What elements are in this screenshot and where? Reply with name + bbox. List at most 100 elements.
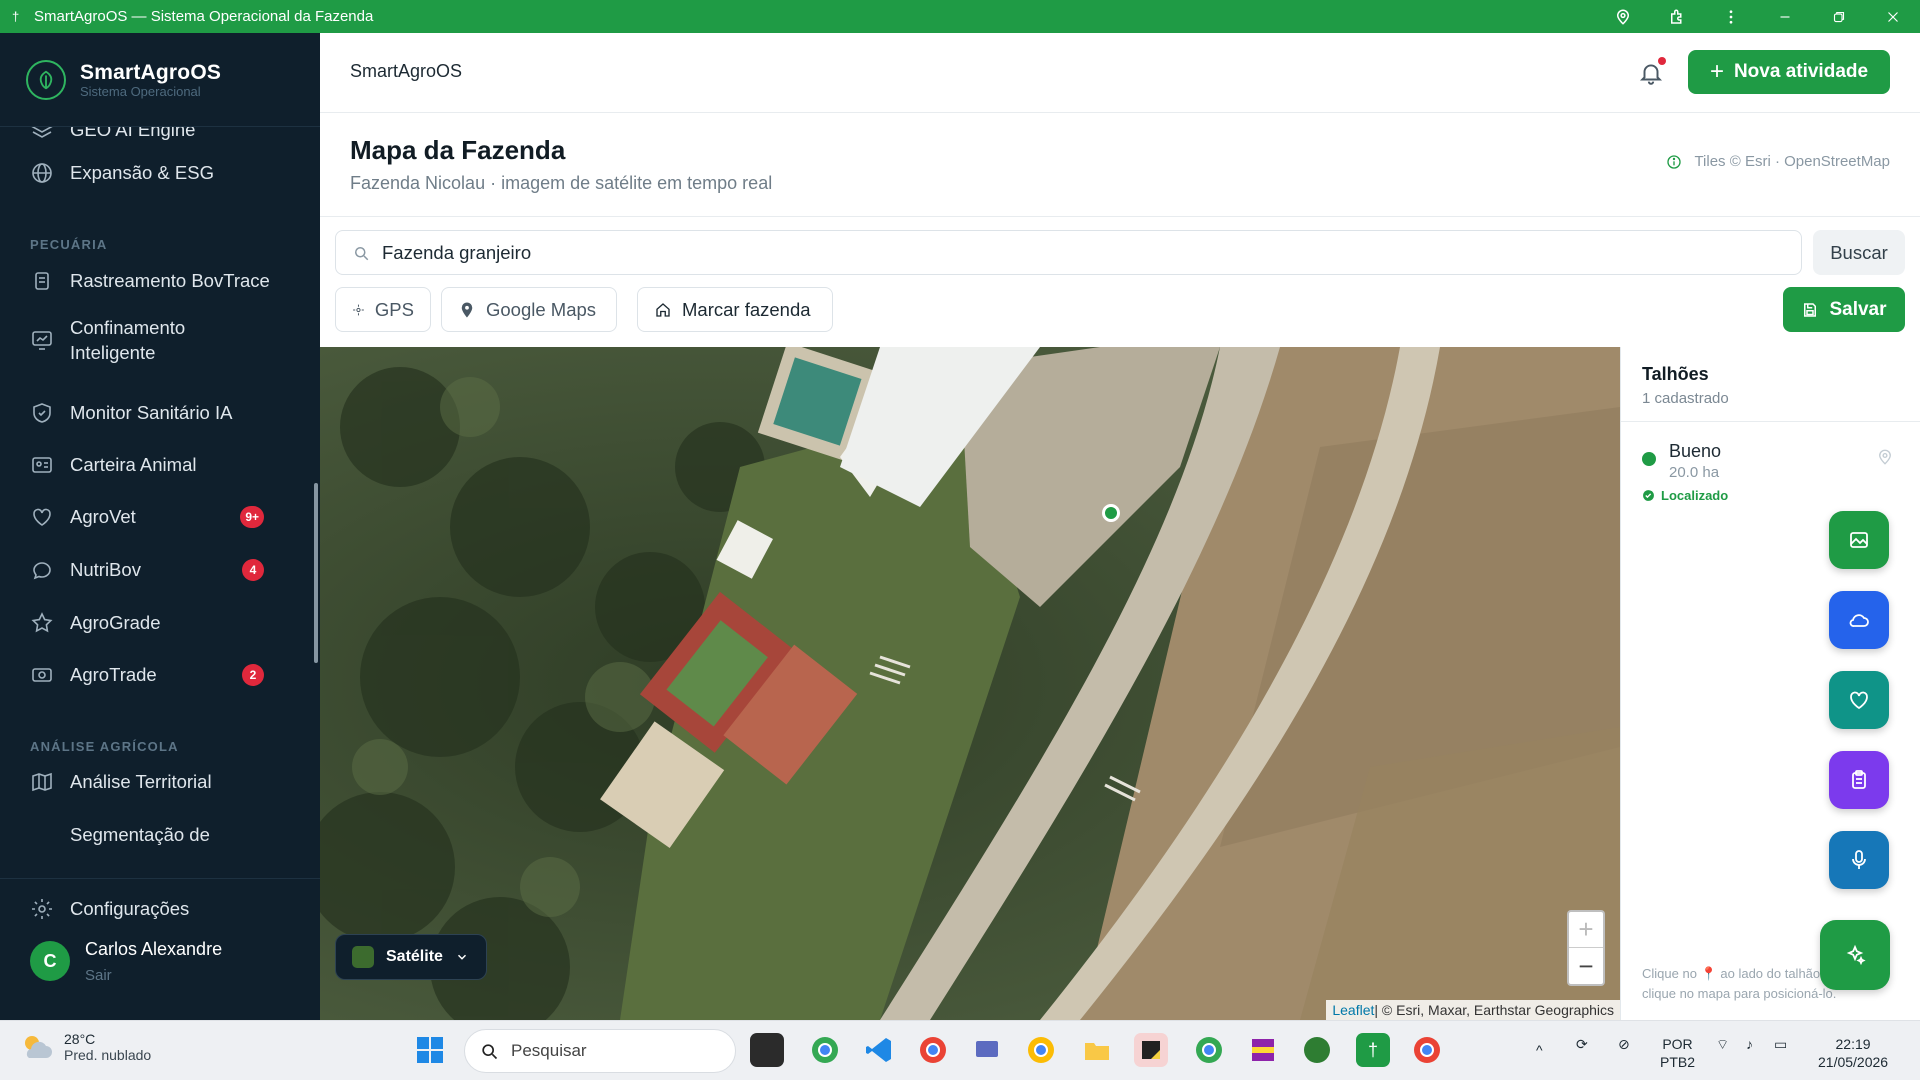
new-activity-button[interactable]: + Nova atividade: [1688, 50, 1890, 94]
volume-icon[interactable]: ♪: [1746, 1035, 1753, 1053]
search-button[interactable]: Buscar: [1813, 230, 1905, 275]
restore-icon[interactable]: [1812, 0, 1866, 33]
minimize-icon[interactable]: [1758, 0, 1812, 33]
sidebar-item-label: AgroVet: [70, 506, 136, 527]
map-pin-icon[interactable]: [1876, 448, 1894, 466]
sidebar-item-monitor-sanitario[interactable]: Monitor Sanitário IA: [0, 395, 300, 431]
mark-farm-button[interactable]: Marcar fazenda: [637, 287, 833, 332]
brand[interactable]: SmartAgroOS Sistema Operacional: [0, 33, 320, 127]
sidebar-item-carteira-animal[interactable]: Carteira Animal: [0, 447, 300, 483]
leaflet-link[interactable]: Leaflet: [1332, 1002, 1374, 1018]
taskbar-search[interactable]: Pesquisar: [464, 1029, 736, 1073]
save-icon: [1804, 302, 1817, 317]
pin-icon: 📍: [1700, 966, 1717, 981]
sidebar-item-analise-territorial[interactable]: Análise Territorial: [0, 764, 300, 800]
fab-ai-assistant[interactable]: [1820, 920, 1890, 990]
globe-icon: [30, 161, 54, 185]
sticky-notes-icon[interactable]: [1134, 1033, 1168, 1067]
windows-start-icon[interactable]: [413, 1033, 447, 1067]
chevron-up-icon[interactable]: ^: [1536, 1041, 1543, 1059]
smartagroos-app-icon[interactable]: †: [1356, 1033, 1390, 1067]
chrome-profile-icon[interactable]: [808, 1033, 842, 1067]
language-indicator[interactable]: POR PTB2: [1660, 1035, 1695, 1071]
clipboard-icon: [1852, 770, 1866, 789]
windows-taskbar: 28°C Pred. nublado Pesquisar † ^ ⟳ ⊘ POR…: [0, 1020, 1920, 1080]
search-icon: [355, 246, 369, 260]
sidebar-item-geo-ai[interactable]: GEO AI Engine: [0, 127, 300, 145]
winrar-icon[interactable]: [1246, 1033, 1280, 1067]
chrome-profile-icon[interactable]: [1410, 1033, 1444, 1067]
sidebar-item-label: NutriBov: [70, 559, 141, 580]
sidebar-item-nutribov[interactable]: NutriBov 4: [0, 552, 300, 588]
plot-marker[interactable]: [1102, 504, 1120, 522]
panel-title: Talhões: [1642, 364, 1709, 384]
remote-desktop-icon[interactable]: [970, 1033, 1004, 1067]
search-input[interactable]: [382, 241, 1682, 264]
close-icon[interactable]: [1866, 0, 1920, 33]
sidebar-item-confinamento[interactable]: Confinamento Inteligente: [0, 312, 300, 368]
logout-link[interactable]: Sair: [85, 967, 112, 984]
fab-reports[interactable]: [1829, 751, 1889, 809]
task-view-icon[interactable]: [750, 1033, 784, 1067]
sidebar-item-label: AgroTrade: [70, 664, 157, 685]
sidebar-item-label: Configurações: [70, 898, 190, 919]
check-circle-icon: [1643, 490, 1654, 501]
sparkles-icon: [1846, 944, 1866, 966]
google-maps-button[interactable]: Google Maps: [441, 287, 617, 332]
vscode-icon[interactable]: [862, 1033, 896, 1067]
sync-icon[interactable]: ⟳: [1576, 1035, 1588, 1053]
sidebar-item-configuracoes[interactable]: Configurações: [0, 891, 300, 927]
fab-gallery[interactable]: [1829, 511, 1889, 569]
map-pin-icon: [461, 302, 473, 317]
user-name: Carlos Alexandre: [85, 939, 223, 959]
sidebar-item-segmentacao[interactable]: Segmentação de: [0, 817, 300, 853]
page-header: Mapa da Fazenda Fazenda Nicolau · imagem…: [320, 113, 1920, 217]
sidebar-item-agrotrade[interactable]: AgroTrade 2: [0, 657, 300, 693]
zoom-in-button[interactable]: +: [1569, 912, 1603, 948]
network-off-icon[interactable]: ⊘: [1618, 1035, 1630, 1053]
weather-widget[interactable]: 28°C Pred. nublado: [20, 1031, 151, 1063]
sidebar-item-label: Rastreamento BovTrace: [70, 270, 270, 291]
fab-health[interactable]: [1829, 671, 1889, 729]
zoom-out-button[interactable]: −: [1569, 948, 1603, 984]
chrome-icon[interactable]: [1024, 1033, 1058, 1067]
fab-weather[interactable]: [1829, 591, 1889, 649]
chrome-profile-icon[interactable]: [916, 1033, 950, 1067]
image-icon: [1850, 532, 1868, 548]
heart-icon: [30, 505, 54, 529]
weather-condition: Pred. nublado: [64, 1047, 152, 1063]
app-shortcut-icon[interactable]: [1300, 1033, 1334, 1067]
clock[interactable]: 22:19 21/05/2026: [1818, 1035, 1888, 1071]
extensions-icon[interactable]: [1650, 0, 1704, 33]
chrome-profile-icon[interactable]: [1192, 1033, 1226, 1067]
plus-icon: +: [1709, 58, 1724, 85]
section-analise-agricola: ANÁLISE AGRÍCOLA: [30, 739, 179, 754]
chevron-down-icon: [457, 954, 466, 960]
more-menu-icon[interactable]: [1704, 0, 1758, 33]
sidebar-item-label: GEO AI Engine: [70, 127, 196, 140]
layer-selector[interactable]: Satélite: [335, 934, 487, 980]
satellite-map[interactable]: Satélite + − Leaflet | © Esri, Maxar, Ea…: [320, 347, 1620, 1020]
sidebar-item-agrograde[interactable]: AgroGrade: [0, 605, 300, 641]
notification-badge: 9+: [240, 506, 264, 528]
app-icon: †: [12, 9, 20, 24]
battery-icon[interactable]: ▭: [1774, 1035, 1787, 1053]
sidebar-item-expansao-esg[interactable]: Expansão & ESG: [0, 155, 300, 191]
list-item[interactable]: Bueno 20.0 ha Localizado: [1621, 422, 1920, 503]
location-icon[interactable]: [1596, 0, 1650, 33]
sidebar-item-bovtrace[interactable]: Rastreamento BovTrace: [0, 263, 300, 299]
map-attribution: Leaflet | © Esri, Maxar, Earthstar Geogr…: [1326, 1000, 1620, 1020]
wifi-icon[interactable]: ⌔: [1716, 1035, 1729, 1053]
gps-button[interactable]: GPS: [335, 287, 431, 332]
fab-voice[interactable]: [1829, 831, 1889, 889]
search-box[interactable]: [335, 230, 1802, 275]
save-button[interactable]: Salvar: [1783, 287, 1905, 332]
sidebar-item-agrovet[interactable]: AgroVet 9+: [0, 499, 300, 535]
chat-bubble-icon: [30, 558, 54, 582]
avatar[interactable]: C: [30, 941, 70, 981]
file-explorer-icon[interactable]: [1080, 1033, 1114, 1067]
plot-area: 20.0 ha: [1669, 464, 1720, 481]
sidebar-scrollbar[interactable]: [314, 483, 318, 663]
weather-temperature: 28°C: [64, 1031, 96, 1047]
gear-icon: [30, 897, 54, 921]
